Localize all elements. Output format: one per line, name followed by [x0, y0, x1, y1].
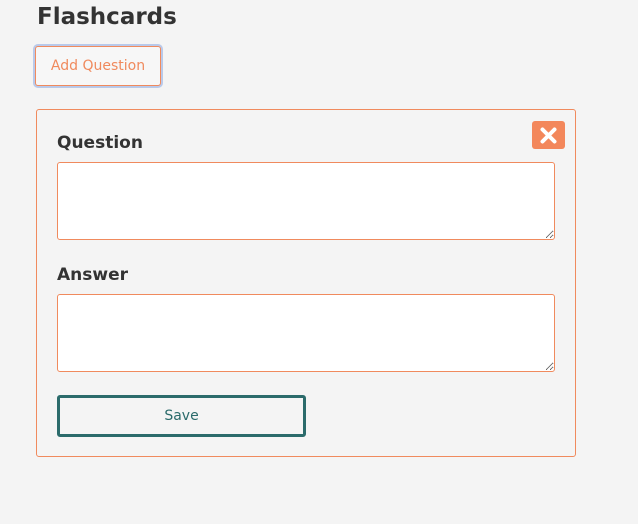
flashcard-form: Question Answer Save [36, 109, 576, 457]
answer-input[interactable] [57, 294, 555, 372]
question-label: Question [57, 133, 143, 153]
page-title: Flashcards [37, 4, 177, 30]
answer-label: Answer [57, 265, 128, 285]
question-input[interactable] [57, 162, 555, 240]
add-question-button[interactable]: Add Question [35, 46, 161, 86]
save-button[interactable]: Save [57, 395, 306, 437]
close-card-button[interactable] [532, 121, 565, 149]
close-icon [540, 127, 557, 144]
